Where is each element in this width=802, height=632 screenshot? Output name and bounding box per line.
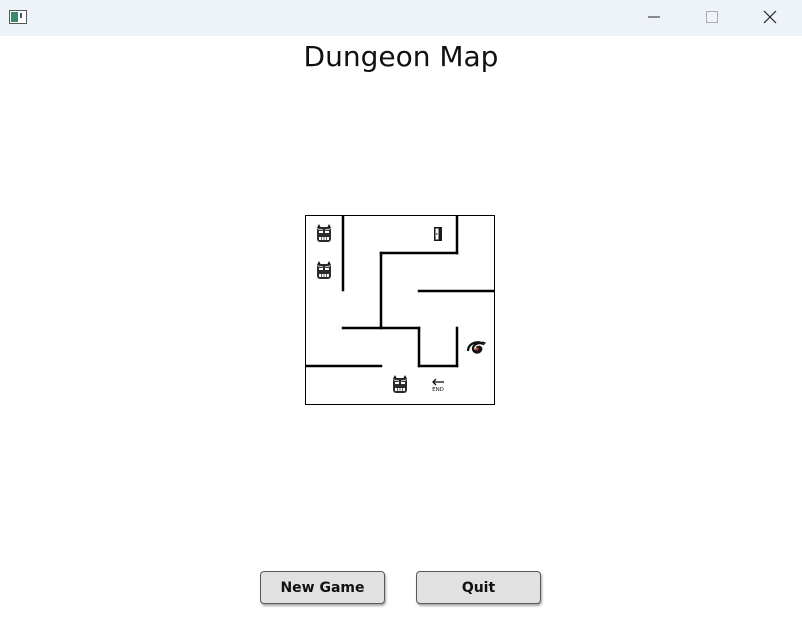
window-titlebar <box>0 0 802 36</box>
map-border <box>305 215 495 405</box>
end-label: END <box>432 387 444 393</box>
dungeon-map: END <box>305 215 495 405</box>
close-icon <box>763 10 777 24</box>
new-game-button[interactable]: New Game <box>260 571 385 604</box>
door-icon <box>434 227 442 241</box>
minimize-button[interactable] <box>625 0 683 34</box>
quit-button[interactable]: Quit <box>416 571 541 604</box>
page-title: Dungeon Map <box>303 40 499 73</box>
maximize-icon <box>706 11 718 23</box>
window-icon <box>9 10 27 24</box>
maximize-button[interactable] <box>683 0 741 34</box>
close-button[interactable] <box>741 0 799 34</box>
minimize-icon <box>648 16 660 18</box>
